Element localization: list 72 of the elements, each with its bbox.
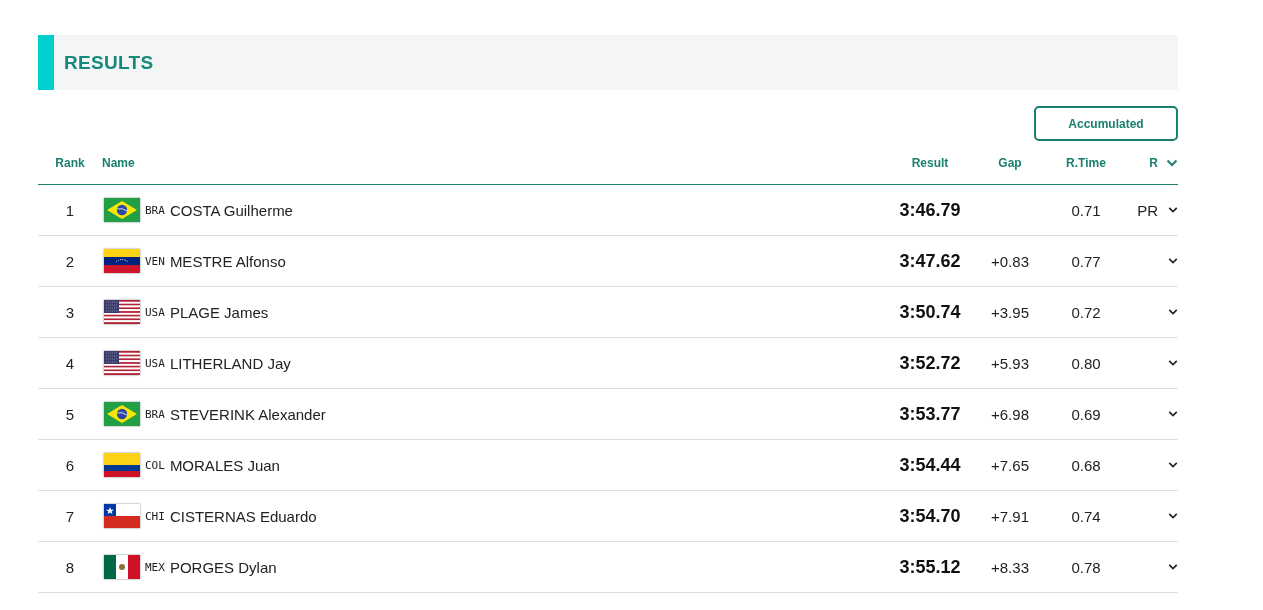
flag-icon	[104, 351, 140, 375]
reaction-time-cell-text: 0.68	[1070, 456, 1102, 474]
reaction-time-cell-text: 0.77	[1070, 252, 1102, 270]
chevron-down-icon[interactable]	[1168, 512, 1178, 520]
athlete-name: PORGES Dylan	[169, 558, 277, 576]
country-code: MEX	[145, 560, 165, 574]
gap-cell-text: +7.65	[990, 456, 1030, 474]
rank-cell-text: 5	[64, 405, 76, 423]
rank-cell-text: 3	[64, 303, 76, 321]
record-cell-text: PR	[1136, 201, 1158, 219]
country-code: COL	[145, 458, 165, 472]
chevron-down-icon[interactable]	[1168, 206, 1178, 214]
country-code: BRA	[145, 203, 165, 217]
rank-cell-text: 4	[64, 354, 76, 372]
athlete-name: PLAGE James	[169, 303, 269, 321]
column-header: R.Time	[1065, 155, 1107, 170]
result-cell-text: 3:52.72	[898, 352, 962, 374]
reaction-time-cell-text: 0.69	[1070, 405, 1102, 423]
column-header: R	[1148, 155, 1158, 170]
rank-cell-text: 8	[64, 558, 76, 576]
gap-cell-text: +3.95	[990, 303, 1030, 321]
country-code: BRA	[145, 407, 165, 421]
flag-icon	[104, 555, 140, 579]
column-header: Gap	[997, 155, 1023, 170]
athlete-name: COSTA Guilherme	[169, 201, 293, 219]
athlete-name: MESTRE Alfonso	[169, 252, 286, 270]
reaction-time-cell-text: 0.78	[1070, 558, 1102, 576]
flag-icon	[104, 402, 140, 426]
athlete-name: CISTERNAS Eduardo	[169, 507, 317, 525]
gap-cell-text: +7.91	[990, 507, 1030, 525]
athlete-name: STEVERINK Alexander	[169, 405, 326, 423]
section-title: RESULTS	[64, 51, 154, 74]
gap-cell-text: +8.33	[990, 558, 1030, 576]
reaction-time-cell-text: 0.74	[1070, 507, 1102, 525]
country-code: USA	[145, 356, 165, 370]
flag-icon	[104, 198, 140, 222]
athlete-name: MORALES Juan	[169, 456, 280, 474]
result-cell-text: 3:55.12	[898, 556, 962, 578]
country-code: VEN	[145, 254, 165, 268]
rank-cell-text: 6	[64, 456, 76, 474]
chevron-down-icon[interactable]	[1168, 563, 1178, 571]
column-header: Name	[102, 155, 136, 170]
country-code: USA	[145, 305, 165, 319]
rank-cell-text: 1	[64, 201, 76, 219]
chevron-down-icon[interactable]	[1168, 359, 1178, 367]
accumulated-button[interactable]: Accumulated	[1034, 106, 1178, 141]
rank-cell-text: 2	[64, 252, 76, 270]
result-cell-text: 3:50.74	[898, 301, 962, 323]
result-cell-text: 3:54.44	[898, 454, 962, 476]
result-cell-text: 3:54.70	[898, 505, 962, 527]
result-cell-text: 3:47.62	[898, 250, 962, 272]
chevron-down-icon[interactable]	[1168, 410, 1178, 418]
flag-icon	[104, 504, 140, 528]
flag-icon	[104, 453, 140, 477]
chevron-down-icon[interactable]	[1168, 308, 1178, 316]
column-header: Result	[910, 155, 950, 170]
gap-cell-text: +0.83	[990, 252, 1030, 270]
flag-icon	[104, 300, 140, 324]
chevron-down-icon[interactable]	[1168, 461, 1178, 469]
reaction-time-cell-text: 0.71	[1070, 201, 1102, 219]
reaction-time-cell-text: 0.80	[1070, 354, 1102, 372]
chevron-down-icon[interactable]	[1168, 257, 1178, 265]
result-cell-text: 3:46.79	[898, 199, 962, 221]
result-cell-text: 3:53.77	[898, 403, 962, 425]
gap-cell-text: +5.93	[990, 354, 1030, 372]
column-header: Rank	[54, 155, 86, 170]
athlete-name: LITHERLAND Jay	[169, 354, 291, 372]
rank-cell-text: 7	[64, 507, 76, 525]
flag-icon	[104, 249, 140, 273]
reaction-time-cell-text: 0.72	[1070, 303, 1102, 321]
gap-cell-text: +6.98	[990, 405, 1030, 423]
country-code: CHI	[145, 509, 165, 523]
